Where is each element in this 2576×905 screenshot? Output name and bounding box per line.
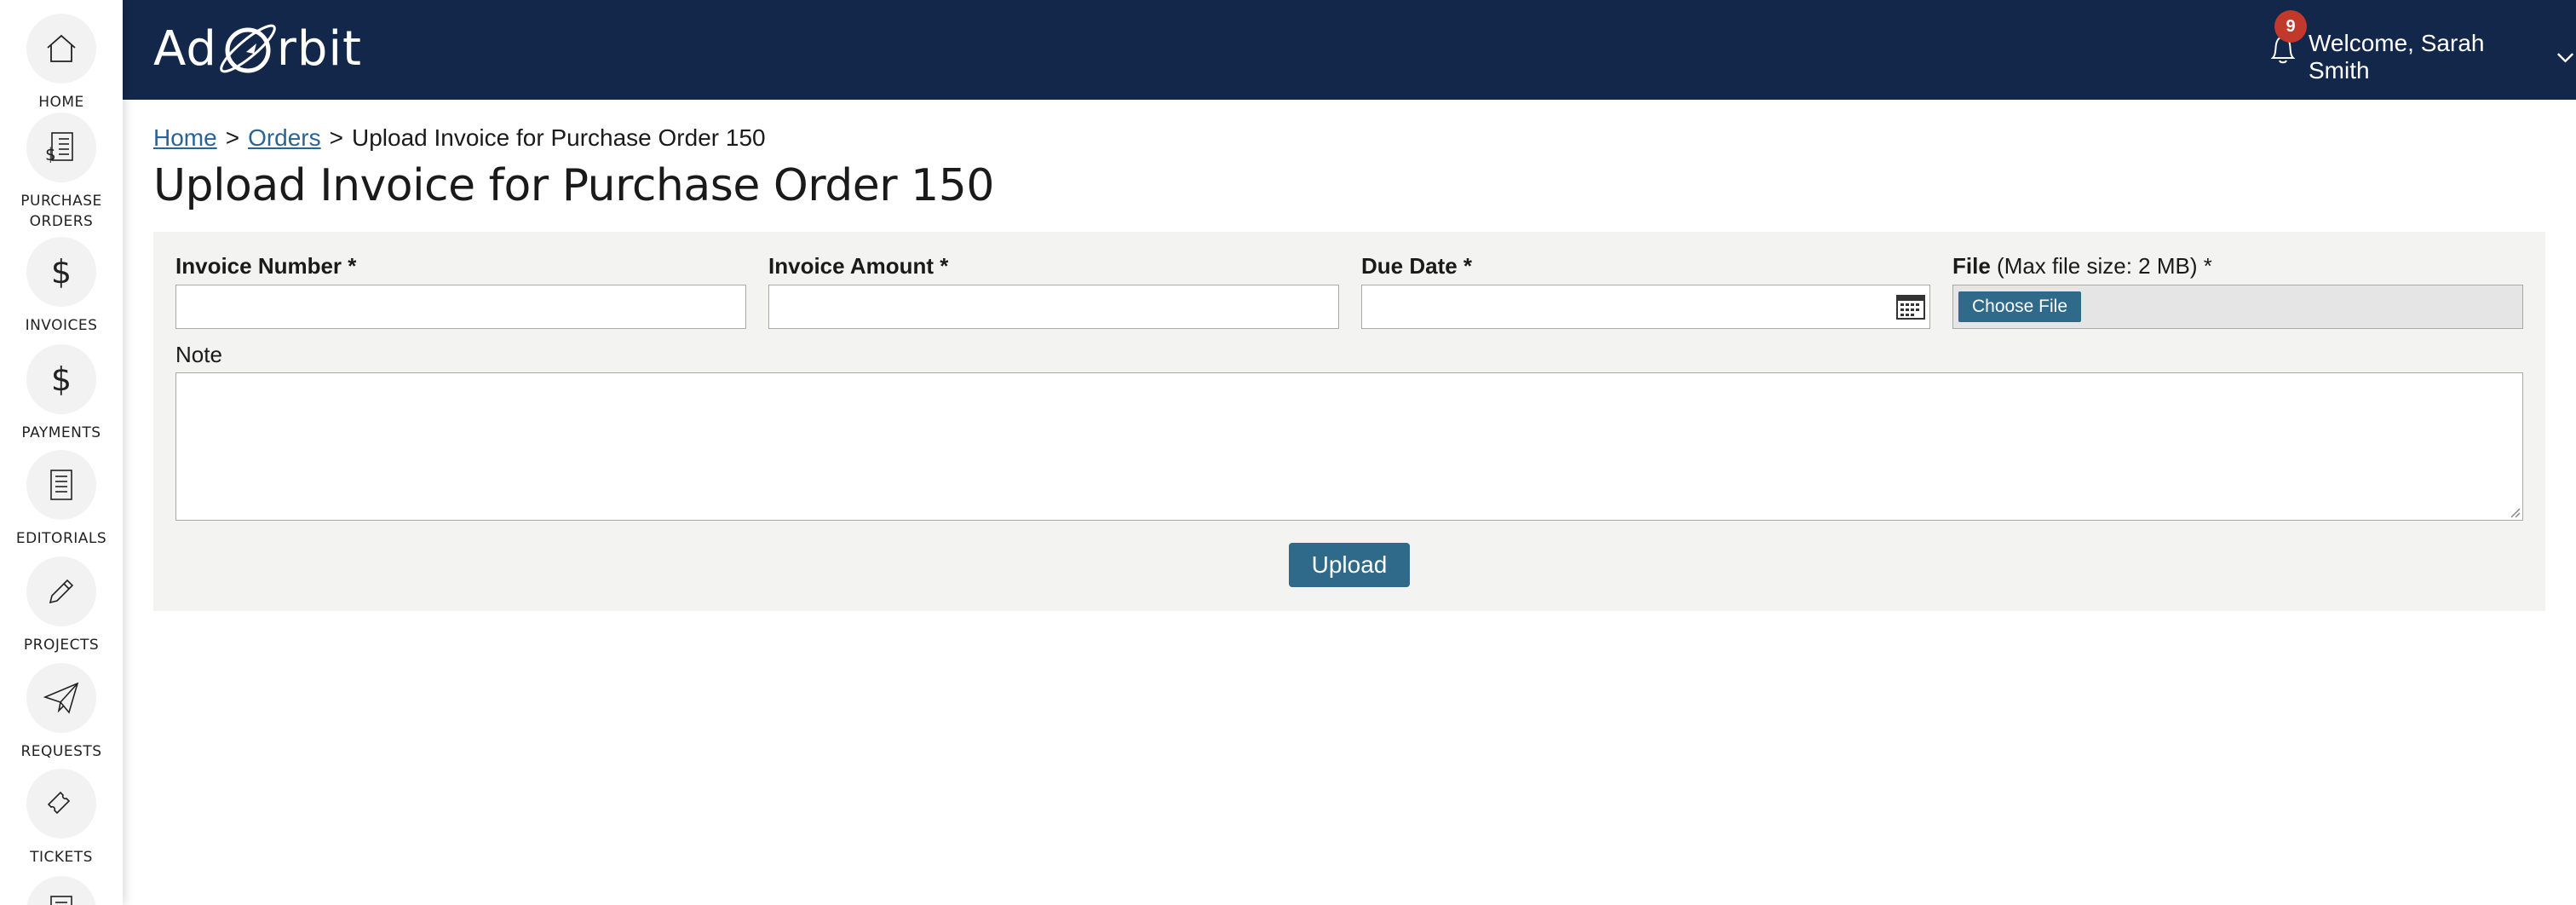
invoice-number-label: Invoice Number * [175, 253, 357, 279]
breadcrumb-orders-link[interactable]: Orders [248, 124, 321, 152]
file-label: File (Max file size: 2 MB) * [1952, 253, 2212, 280]
sidebar-item-label: HOME [38, 94, 84, 111]
user-menu[interactable]: Welcome, Sarah Smith [2309, 30, 2576, 84]
notification-badge: 9 [2274, 10, 2307, 43]
sidebar-item-label: PROJECTS [23, 637, 100, 654]
svg-text:$: $ [51, 253, 72, 291]
upload-invoice-form: Invoice Number * Invoice Amount * Due Da… [153, 232, 2545, 611]
sidebar-item-tickets[interactable]: TICKETS [0, 769, 123, 868]
adorbit-logo[interactable]: Ad rbit [153, 19, 362, 78]
sidebar-item-label: PAYMENTS [21, 424, 101, 441]
breadcrumb-home-link[interactable]: Home [153, 124, 217, 152]
sidebar-item-label: PURCHASE ORDERS [20, 193, 102, 230]
page-title: Upload Invoice for Purchase Order 150 [153, 160, 994, 211]
sidebar-item-home[interactable]: HOME [0, 14, 123, 112]
pencil-icon [26, 556, 96, 626]
sidebar-item-label: REQUESTS [20, 743, 102, 760]
ticket-icon [26, 769, 96, 839]
dollar-icon: $ [26, 344, 96, 414]
sidebar-item-payments[interactable]: $ PAYMENTS [0, 344, 123, 443]
top-header: Ad rbit 9 Welcome, Sarah Smith [123, 0, 2576, 100]
sidebar-item-invoices[interactable]: $ INVOICES [0, 237, 123, 336]
dollar-icon: $ [26, 237, 96, 307]
house-icon [26, 14, 96, 84]
sidebar-item-projects[interactable]: PROJECTS [0, 556, 123, 655]
due-date-input[interactable] [1361, 285, 1930, 329]
document-icon [26, 876, 96, 905]
note-label: Note [175, 342, 222, 367]
logo-text-left: Ad [153, 20, 217, 77]
svg-text:$: $ [45, 144, 56, 164]
sidebar: HOME $ PURCHASE ORDERS $ INVOICES $ PAYM… [0, 0, 123, 905]
chevron-down-icon [2556, 53, 2574, 63]
sidebar-item-editorials[interactable]: EDITORIALS [0, 450, 123, 549]
invoice-amount-input[interactable] [768, 285, 1339, 329]
breadcrumb-separator: > [225, 124, 240, 151]
sidebar-item-more[interactable] [0, 876, 123, 905]
sidebar-item-label: EDITORIALS [15, 530, 107, 547]
orbit-logo-icon [220, 24, 276, 73]
resize-grip-icon[interactable] [2509, 506, 2521, 518]
choose-file-button[interactable]: Choose File [1958, 291, 2081, 322]
svg-text:$: $ [51, 360, 72, 398]
file-size-hint: (Max file size: 2 MB) * [1997, 253, 2212, 279]
paper-plane-icon [26, 663, 96, 733]
file-label-text: File [1952, 253, 1991, 279]
upload-button[interactable]: Upload [1289, 543, 1410, 587]
breadcrumb-separator: > [329, 124, 343, 151]
calendar-icon[interactable] [1896, 294, 1925, 320]
file-input[interactable]: Choose File [1952, 285, 2523, 329]
sidebar-item-purchase-orders[interactable]: $ PURCHASE ORDERS [0, 112, 123, 232]
breadcrumb: Home > Orders > Upload Invoice for Purch… [153, 124, 766, 152]
due-date-label: Due Date * [1361, 253, 1473, 279]
sidebar-item-label: TICKETS [30, 849, 93, 866]
logo-text-right: rbit [276, 20, 362, 77]
document-icon [26, 450, 96, 520]
purchase-orders-icon: $ [26, 112, 96, 182]
breadcrumb-current: Upload Invoice for Purchase Order 150 [352, 124, 766, 151]
sidebar-item-label: INVOICES [25, 317, 98, 334]
invoice-number-input[interactable] [175, 285, 746, 329]
sidebar-item-requests[interactable]: REQUESTS [0, 663, 123, 762]
welcome-text: Welcome, Sarah Smith [2309, 30, 2485, 84]
note-textarea[interactable] [175, 372, 2523, 521]
invoice-amount-label: Invoice Amount * [768, 253, 949, 279]
